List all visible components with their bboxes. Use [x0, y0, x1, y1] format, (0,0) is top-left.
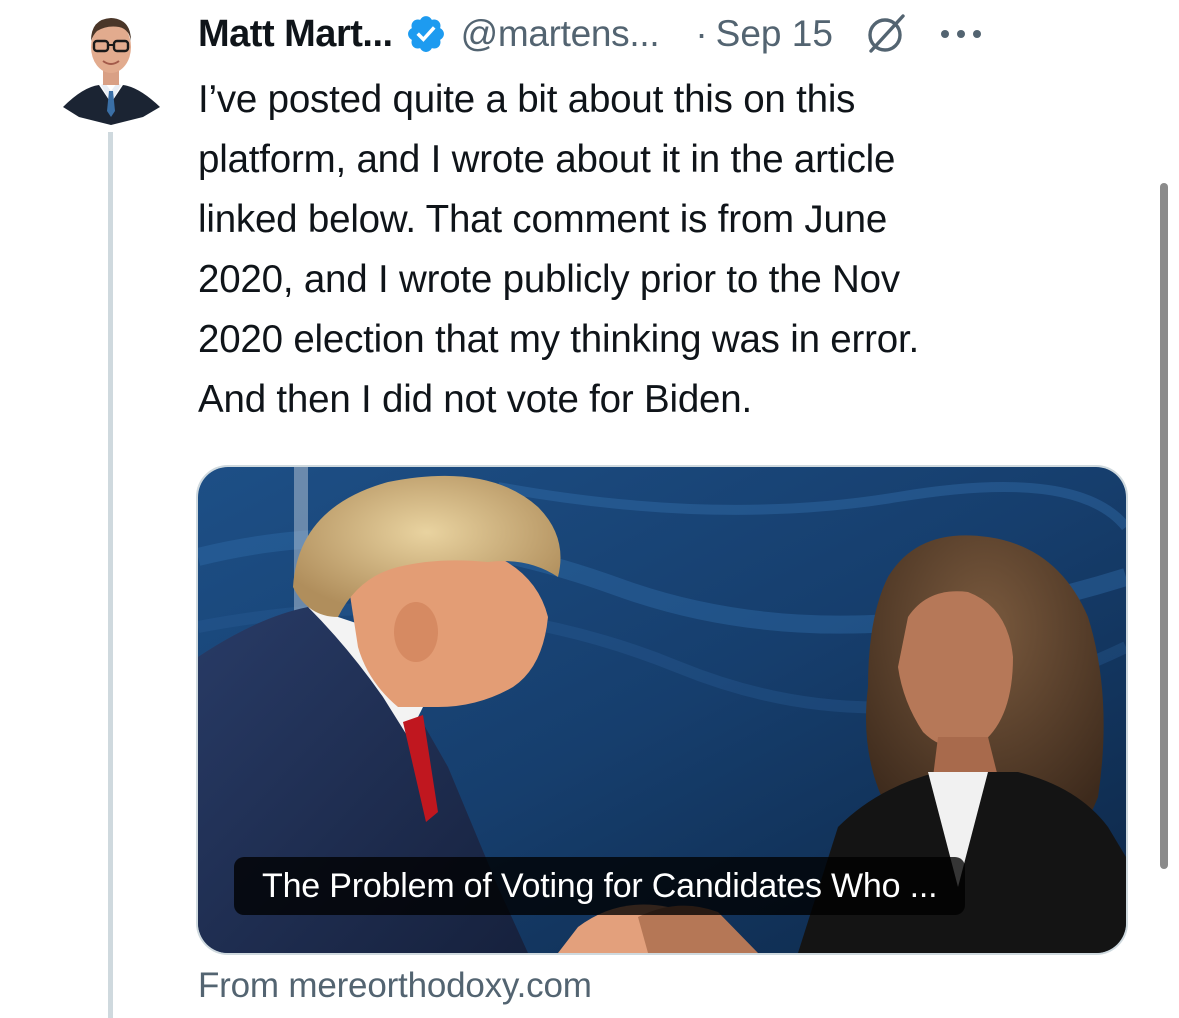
author-avatar[interactable]: [63, 3, 160, 125]
author-handle[interactable]: @martens...: [461, 13, 660, 55]
more-options-icon[interactable]: [937, 24, 991, 44]
tweet-text-line: And then I did not vote for Biden.: [198, 378, 752, 421]
tweet-header: Matt Mart... @martens... · Sep 15: [198, 8, 991, 60]
tweet-text-line: 2020 election that my thinking was in er…: [198, 318, 919, 361]
tweet-text-line: I’ve posted quite a bit about this on th…: [198, 78, 856, 121]
tweet-text-line: platform, and I wrote about it in the ar…: [198, 138, 896, 181]
tweet-text-line: linked below. That comment is from June: [198, 198, 888, 241]
author-name[interactable]: Matt Mart...: [198, 13, 393, 56]
verified-badge-icon[interactable]: [405, 13, 447, 55]
link-preview-card[interactable]: The Problem of Voting for Candidates Who…: [196, 465, 1128, 955]
grok-icon[interactable]: [863, 11, 909, 57]
link-card-title-overlay: The Problem of Voting for Candidates Who…: [234, 857, 966, 915]
thread-connector-line: [108, 132, 113, 1018]
separator-dot: ·: [695, 13, 708, 54]
scrollbar-thumb[interactable]: [1160, 183, 1168, 869]
tweet-date[interactable]: Sep 15: [716, 13, 833, 55]
link-card-title: The Problem of Voting for Candidates Who…: [262, 866, 938, 905]
tweet-text: I’ve posted quite a bit about this on th…: [198, 70, 1118, 430]
link-card-source[interactable]: From mereorthodoxy.com: [198, 966, 592, 1006]
tweet-text-line: 2020, and I wrote publicly prior to the …: [198, 258, 900, 301]
